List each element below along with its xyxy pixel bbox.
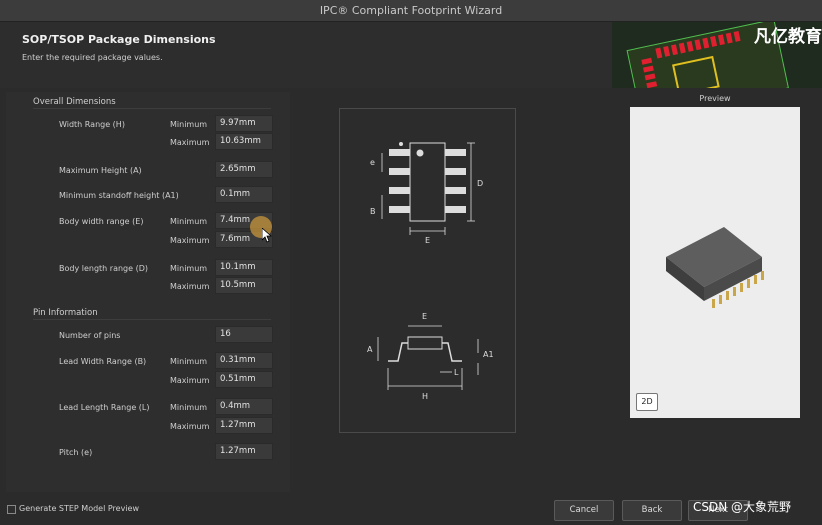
- standoff-label: Minimum standoff height (A1): [59, 191, 179, 200]
- dim-lead-width-label: B: [370, 207, 376, 216]
- mouse-pointer-icon: [262, 228, 272, 243]
- package-diagram-panel: D E e B E A A1 L H: [339, 108, 516, 433]
- body-width-max-label: Maximum: [170, 236, 210, 245]
- body-width-min-label: Minimum: [170, 217, 208, 226]
- body-length-max-label: Maximum: [170, 282, 210, 291]
- width-min-field[interactable]: 9.97mm: [215, 115, 273, 132]
- dim-pitch-label: e: [370, 158, 375, 167]
- body-length-min-label: Minimum: [170, 264, 208, 273]
- pitch-field[interactable]: 1.27mm: [215, 443, 273, 460]
- side-e-label: E: [422, 312, 427, 321]
- side-a-label: A: [367, 345, 373, 354]
- lead-width-max-field[interactable]: 0.51mm: [215, 371, 273, 388]
- cancel-button[interactable]: Cancel: [554, 500, 614, 521]
- pin-count-label: Number of pins: [59, 331, 121, 340]
- body-length-max-field[interactable]: 10.5mm: [215, 277, 273, 294]
- width-max-label: Maximum: [170, 138, 210, 147]
- package-3d-model: [666, 227, 764, 308]
- lead-width-min-label: Minimum: [170, 357, 208, 366]
- pin-information-heading: Pin Information: [33, 308, 98, 318]
- standoff-field[interactable]: 0.1mm: [215, 186, 273, 203]
- step-preview-label: Generate STEP Model Preview: [19, 504, 139, 513]
- lead-length-label: Lead Length Range (L): [59, 403, 150, 412]
- lead-width-min-field[interactable]: 0.31mm: [215, 352, 273, 369]
- width-range-label: Width Range (H): [59, 120, 125, 129]
- package-dimension-diagram: D E e B E A A1 L H: [367, 142, 494, 401]
- dim-body-width-label: E: [425, 236, 430, 245]
- lead-length-max-field[interactable]: 1.27mm: [215, 417, 273, 434]
- brand-watermark: 凡亿教育: [754, 27, 822, 47]
- lead-width-label: Lead Width Range (B): [59, 357, 147, 366]
- pin-count-field[interactable]: 16: [215, 326, 273, 343]
- lead-length-min-field[interactable]: 0.4mm: [215, 398, 273, 415]
- body-width-label: Body width range (E): [59, 217, 144, 226]
- lead-width-max-label: Maximum: [170, 376, 210, 385]
- overall-dimensions-heading: Overall Dimensions: [33, 97, 116, 107]
- step-preview-checkbox[interactable]: [7, 505, 16, 514]
- side-l-label: L: [454, 368, 459, 377]
- lead-length-min-label: Minimum: [170, 403, 208, 412]
- width-min-label: Minimum: [170, 120, 208, 129]
- max-height-field[interactable]: 2.65mm: [215, 161, 273, 178]
- body-length-min-field[interactable]: 10.1mm: [215, 259, 273, 276]
- pitch-label: Pitch (e): [59, 448, 93, 457]
- preview-label: Preview: [699, 94, 731, 103]
- lead-length-max-label: Maximum: [170, 422, 210, 431]
- side-a1-label: A1: [483, 350, 494, 359]
- top-view-diagram: D E e B: [370, 142, 483, 245]
- page-subtitle: Enter the required package values.: [22, 53, 163, 62]
- section-divider: [33, 108, 271, 109]
- width-max-field[interactable]: 10.63mm: [215, 133, 273, 150]
- wizard-header: SOP/TSOP Package Dimensions Enter the re…: [0, 22, 822, 88]
- back-button[interactable]: Back: [622, 500, 682, 521]
- side-view-diagram: E A A1 L H: [367, 312, 494, 401]
- 2d-view-button[interactable]: 2D: [636, 393, 658, 411]
- 3d-preview[interactable]: 2D: [630, 107, 800, 418]
- page-title: SOP/TSOP Package Dimensions: [22, 33, 216, 46]
- max-height-label: Maximum Height (A): [59, 166, 142, 175]
- window-title: IPC® Compliant Footprint Wizard: [0, 0, 822, 22]
- body-length-label: Body length range (D): [59, 264, 148, 273]
- csdn-watermark: CSDN @大象荒野: [693, 500, 792, 514]
- side-h-label: H: [422, 392, 428, 401]
- section-divider: [33, 319, 271, 320]
- dim-d-label: D: [477, 179, 483, 188]
